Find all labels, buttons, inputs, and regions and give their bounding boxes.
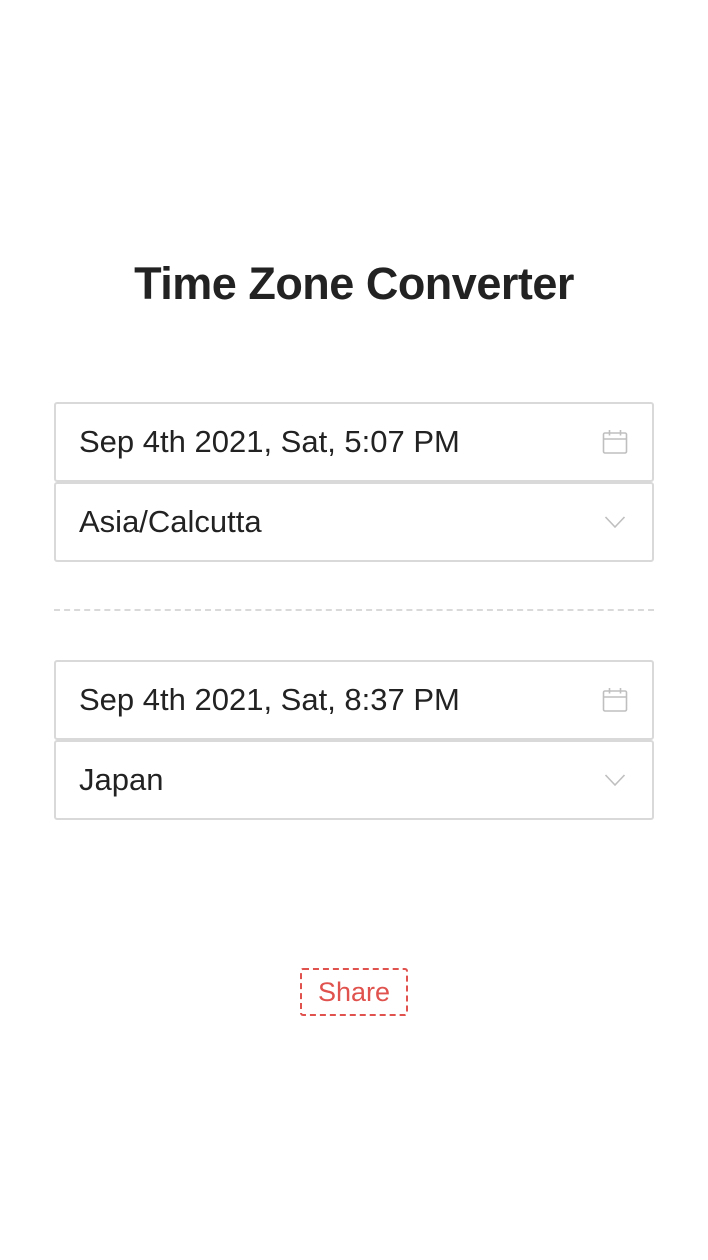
chevron-down-icon [600, 765, 630, 795]
calendar-icon [600, 685, 630, 715]
target-timezone-select[interactable]: Japan [54, 740, 654, 820]
page-title: Time Zone Converter [134, 258, 574, 309]
source-timezone-select[interactable]: Asia/Calcutta [54, 482, 654, 562]
calendar-icon [600, 427, 630, 457]
source-timezone-value: Asia/Calcutta [79, 504, 262, 539]
chevron-down-icon [600, 507, 630, 537]
source-datetime-picker[interactable]: Sep 4th 2021, Sat, 5:07 PM [54, 402, 654, 482]
target-timezone-value: Japan [79, 762, 164, 797]
target-datetime-picker[interactable]: Sep 4th 2021, Sat, 8:37 PM [54, 660, 654, 740]
source-datetime-value: Sep 4th 2021, Sat, 5:07 PM [79, 424, 460, 459]
share-button[interactable]: Share [300, 968, 408, 1016]
section-divider [54, 609, 654, 611]
target-datetime-value: Sep 4th 2021, Sat, 8:37 PM [79, 682, 460, 717]
